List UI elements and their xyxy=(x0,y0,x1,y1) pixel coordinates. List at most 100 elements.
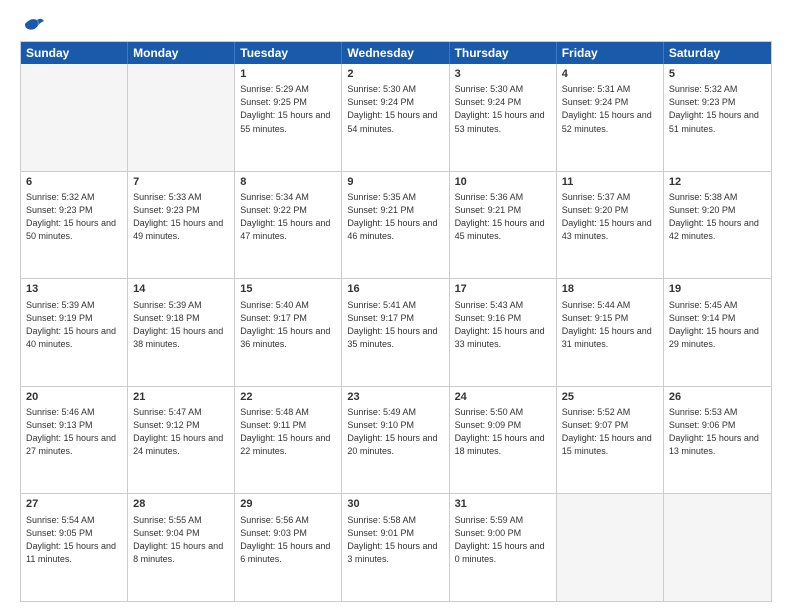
calendar-header-cell: Monday xyxy=(128,42,235,64)
calendar-row: 1Sunrise: 5:29 AM Sunset: 9:25 PM Daylig… xyxy=(21,64,771,171)
day-number: 2 xyxy=(347,67,443,82)
day-number: 5 xyxy=(669,67,766,82)
calendar-row: 13 Sunrise: 5:39 AM Sunset: 9:19 PM Dayli… xyxy=(21,278,771,386)
day-number: 17 xyxy=(455,282,551,297)
cell-details: Sunrise: 5:55 AM Sunset: 9:04 PM Dayligh… xyxy=(133,514,229,566)
cell-details: Sunrise: 5:30 AM Sunset: 9:24 PM Dayligh… xyxy=(347,83,443,135)
calendar: SundayMondayTuesdayWednesdayThursdayFrid… xyxy=(20,41,772,602)
day-number: 20 xyxy=(26,390,122,405)
calendar-cell: 3Sunrise: 5:30 AM Sunset: 9:24 PM Daylig… xyxy=(450,64,557,171)
day-number: 16 xyxy=(347,282,443,297)
calendar-cell: 19Sunrise: 5:45 AM Sunset: 9:14 PM Dayli… xyxy=(664,279,771,386)
calendar-row: 6Sunrise: 5:32 AM Sunset: 9:23 PM Daylig… xyxy=(21,171,771,279)
calendar-cell: 25Sunrise: 5:52 AM Sunset: 9:07 PM Dayli… xyxy=(557,387,664,494)
cell-details: Sunrise: 5:32 AM Sunset: 9:23 PM Dayligh… xyxy=(669,83,766,135)
calendar-cell: 16 Sunrise: 5:41 AM Sunset: 9:17 PM Dayli… xyxy=(342,279,449,386)
cell-details: Sunrise: 5:30 AM Sunset: 9:24 PM Dayligh… xyxy=(455,83,551,135)
day-number: 6 xyxy=(26,175,122,190)
calendar-cell: 1Sunrise: 5:29 AM Sunset: 9:25 PM Daylig… xyxy=(235,64,342,171)
calendar-cell: 26Sunrise: 5:53 AM Sunset: 9:06 PM Dayli… xyxy=(664,387,771,494)
calendar-cell: 30 Sunrise: 5:58 AM Sunset: 9:01 PM Dayli… xyxy=(342,494,449,601)
calendar-cell: 11Sunrise: 5:37 AM Sunset: 9:20 PM Dayli… xyxy=(557,172,664,279)
cell-details: Sunrise: 5:39 AM Sunset: 9:18 PM Dayligh… xyxy=(133,299,229,351)
cell-details: Sunrise: 5:38 AM Sunset: 9:20 PM Dayligh… xyxy=(669,191,766,243)
calendar-cell: 13 Sunrise: 5:39 AM Sunset: 9:19 PM Dayli… xyxy=(21,279,128,386)
calendar-cell: 31 Sunrise: 5:59 AM Sunset: 9:00 PM Dayli… xyxy=(450,494,557,601)
calendar-cell: 10Sunrise: 5:36 AM Sunset: 9:21 PM Dayli… xyxy=(450,172,557,279)
calendar-cell: 6Sunrise: 5:32 AM Sunset: 9:23 PM Daylig… xyxy=(21,172,128,279)
calendar-body: 1Sunrise: 5:29 AM Sunset: 9:25 PM Daylig… xyxy=(21,64,771,601)
cell-details: Sunrise: 5:54 AM Sunset: 9:05 PM Dayligh… xyxy=(26,514,122,566)
cell-details: Sunrise: 5:36 AM Sunset: 9:21 PM Dayligh… xyxy=(455,191,551,243)
calendar-header: SundayMondayTuesdayWednesdayThursdayFrid… xyxy=(21,42,771,64)
calendar-cell: 4Sunrise: 5:31 AM Sunset: 9:24 PM Daylig… xyxy=(557,64,664,171)
calendar-cell: 23Sunrise: 5:49 AM Sunset: 9:10 PM Dayli… xyxy=(342,387,449,494)
day-number: 3 xyxy=(455,67,551,82)
calendar-header-cell: Thursday xyxy=(450,42,557,64)
calendar-header-cell: Saturday xyxy=(664,42,771,64)
day-number: 9 xyxy=(347,175,443,190)
cell-details: Sunrise: 5:33 AM Sunset: 9:23 PM Dayligh… xyxy=(133,191,229,243)
calendar-row: 20Sunrise: 5:46 AM Sunset: 9:13 PM Dayli… xyxy=(21,386,771,494)
cell-details: Sunrise: 5:29 AM Sunset: 9:25 PM Dayligh… xyxy=(240,83,336,135)
calendar-cell xyxy=(128,64,235,171)
day-number: 15 xyxy=(240,282,336,297)
calendar-cell xyxy=(557,494,664,601)
calendar-cell: 15 Sunrise: 5:40 AM Sunset: 9:17 PM Dayli… xyxy=(235,279,342,386)
cell-details: Sunrise: 5:39 AM Sunset: 9:19 PM Dayligh… xyxy=(26,299,122,351)
cell-details: Sunrise: 5:48 AM Sunset: 9:11 PM Dayligh… xyxy=(240,406,336,458)
cell-details: Sunrise: 5:50 AM Sunset: 9:09 PM Dayligh… xyxy=(455,406,551,458)
day-number: 28 xyxy=(133,497,229,512)
cell-details: Sunrise: 5:58 AM Sunset: 9:01 PM Dayligh… xyxy=(347,514,443,566)
day-number: 27 xyxy=(26,497,122,512)
page: SundayMondayTuesdayWednesdayThursdayFrid… xyxy=(0,0,792,612)
calendar-cell: 17 Sunrise: 5:43 AM Sunset: 9:16 PM Dayli… xyxy=(450,279,557,386)
day-number: 31 xyxy=(455,497,551,512)
day-number: 8 xyxy=(240,175,336,190)
cell-details: Sunrise: 5:31 AM Sunset: 9:24 PM Dayligh… xyxy=(562,83,658,135)
header xyxy=(20,15,772,33)
calendar-header-cell: Sunday xyxy=(21,42,128,64)
calendar-row: 27 Sunrise: 5:54 AM Sunset: 9:05 PM Dayli… xyxy=(21,493,771,601)
day-number: 19 xyxy=(669,282,766,297)
cell-details: Sunrise: 5:43 AM Sunset: 9:16 PM Dayligh… xyxy=(455,299,551,351)
day-number: 1 xyxy=(240,67,336,82)
day-number: 25 xyxy=(562,390,658,405)
calendar-cell: 18Sunrise: 5:44 AM Sunset: 9:15 PM Dayli… xyxy=(557,279,664,386)
calendar-cell: 14Sunrise: 5:39 AM Sunset: 9:18 PM Dayli… xyxy=(128,279,235,386)
day-number: 12 xyxy=(669,175,766,190)
calendar-cell: 12Sunrise: 5:38 AM Sunset: 9:20 PM Dayli… xyxy=(664,172,771,279)
day-number: 11 xyxy=(562,175,658,190)
calendar-cell: 5Sunrise: 5:32 AM Sunset: 9:23 PM Daylig… xyxy=(664,64,771,171)
calendar-header-cell: Friday xyxy=(557,42,664,64)
day-number: 24 xyxy=(455,390,551,405)
calendar-cell: 28 Sunrise: 5:55 AM Sunset: 9:04 PM Dayli… xyxy=(128,494,235,601)
calendar-cell: 8Sunrise: 5:34 AM Sunset: 9:22 PM Daylig… xyxy=(235,172,342,279)
cell-details: Sunrise: 5:52 AM Sunset: 9:07 PM Dayligh… xyxy=(562,406,658,458)
day-number: 26 xyxy=(669,390,766,405)
cell-details: Sunrise: 5:46 AM Sunset: 9:13 PM Dayligh… xyxy=(26,406,122,458)
day-number: 29 xyxy=(240,497,336,512)
calendar-cell: 9Sunrise: 5:35 AM Sunset: 9:21 PM Daylig… xyxy=(342,172,449,279)
calendar-cell: 20Sunrise: 5:46 AM Sunset: 9:13 PM Dayli… xyxy=(21,387,128,494)
cell-details: Sunrise: 5:35 AM Sunset: 9:21 PM Dayligh… xyxy=(347,191,443,243)
calendar-cell: 29 Sunrise: 5:56 AM Sunset: 9:03 PM Dayli… xyxy=(235,494,342,601)
cell-details: Sunrise: 5:56 AM Sunset: 9:03 PM Dayligh… xyxy=(240,514,336,566)
day-number: 13 xyxy=(26,282,122,297)
calendar-cell: 24Sunrise: 5:50 AM Sunset: 9:09 PM Dayli… xyxy=(450,387,557,494)
day-number: 7 xyxy=(133,175,229,190)
calendar-cell: 27 Sunrise: 5:54 AM Sunset: 9:05 PM Dayli… xyxy=(21,494,128,601)
calendar-cell xyxy=(21,64,128,171)
calendar-header-cell: Wednesday xyxy=(342,42,449,64)
day-number: 21 xyxy=(133,390,229,405)
cell-details: Sunrise: 5:40 AM Sunset: 9:17 PM Dayligh… xyxy=(240,299,336,351)
cell-details: Sunrise: 5:47 AM Sunset: 9:12 PM Dayligh… xyxy=(133,406,229,458)
day-number: 30 xyxy=(347,497,443,512)
cell-details: Sunrise: 5:59 AM Sunset: 9:00 PM Dayligh… xyxy=(455,514,551,566)
calendar-cell: 2Sunrise: 5:30 AM Sunset: 9:24 PM Daylig… xyxy=(342,64,449,171)
cell-details: Sunrise: 5:37 AM Sunset: 9:20 PM Dayligh… xyxy=(562,191,658,243)
day-number: 22 xyxy=(240,390,336,405)
cell-details: Sunrise: 5:41 AM Sunset: 9:17 PM Dayligh… xyxy=(347,299,443,351)
cell-details: Sunrise: 5:32 AM Sunset: 9:23 PM Dayligh… xyxy=(26,191,122,243)
day-number: 18 xyxy=(562,282,658,297)
